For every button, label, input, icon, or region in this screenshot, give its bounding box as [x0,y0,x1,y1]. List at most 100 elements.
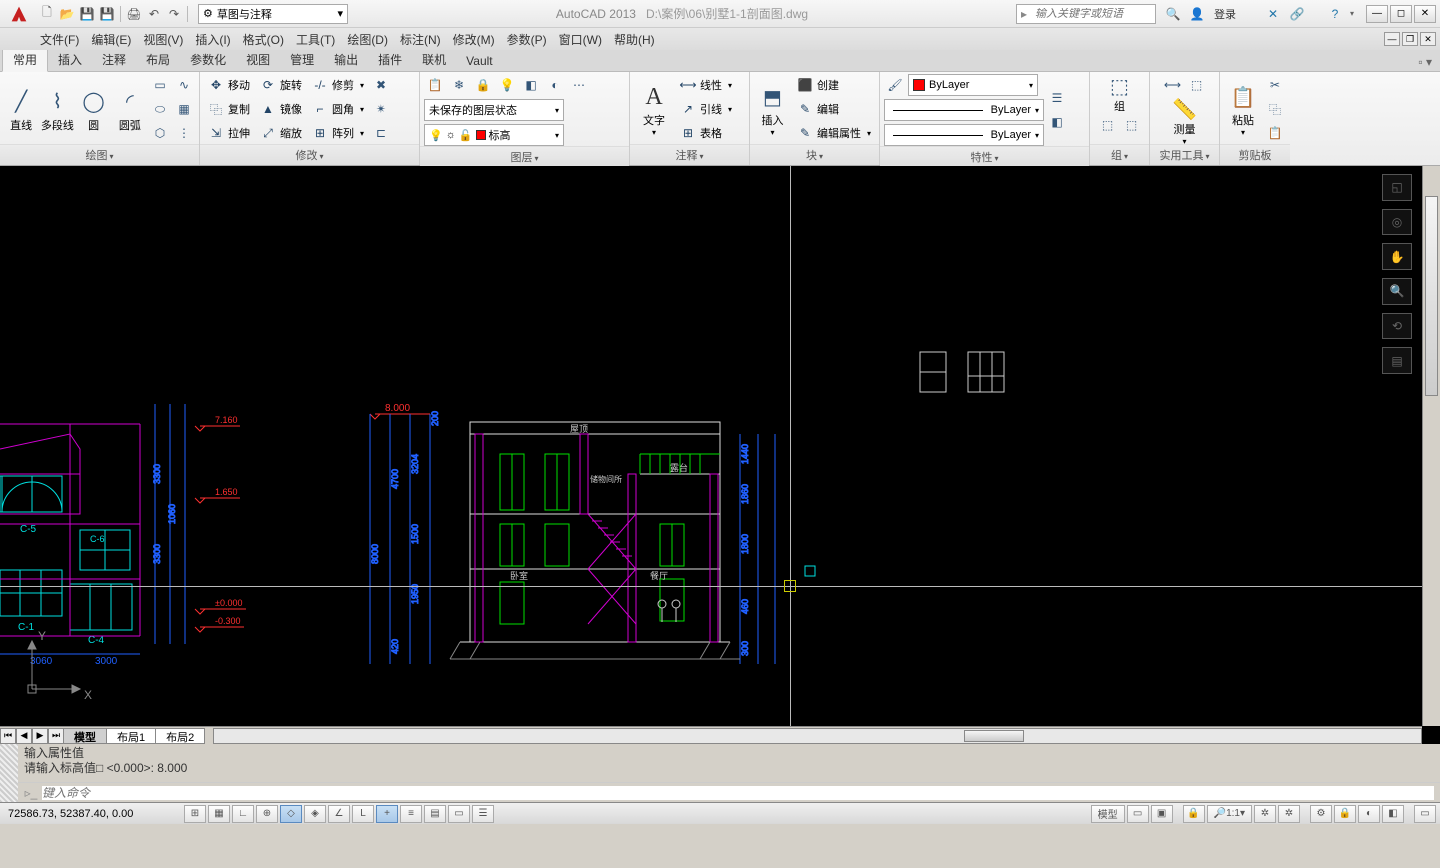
group-button[interactable]: ⬚组 [1095,74,1145,114]
ungroup-icon[interactable]: ⬚ [1097,114,1119,136]
qp-button[interactable]: ▭ [448,805,470,823]
panel-modify-title[interactable]: 修改▾ [200,144,419,165]
doc-close-button[interactable]: ✕ [1420,32,1436,46]
doc-restore-button[interactable]: ❐ [1402,32,1418,46]
layout-tab-2[interactable]: 布局2 [155,728,205,744]
tab-last-icon[interactable]: ⏭ [48,728,64,744]
tab-layout[interactable]: 布局 [136,48,180,71]
toolbar-lock-icon[interactable]: 🔒 [1334,805,1356,823]
sc-button[interactable]: ☰ [472,805,494,823]
layermatch-icon[interactable]: ◐ [544,74,566,96]
orbit-icon[interactable]: ⟲ [1382,313,1412,340]
modelspace-button[interactable]: 模型 [1091,805,1125,823]
leader-button[interactable]: ↗引线▾ [676,98,736,120]
linetype-dropdown[interactable]: ByLayer▾ [884,124,1044,146]
dimlinear-button[interactable]: ⟷线性▾ [676,74,736,96]
tab-manage[interactable]: 管理 [280,48,324,71]
erase-icon[interactable]: ✖ [370,74,392,96]
undo-icon[interactable]: ↶ [145,5,163,23]
layerprops-icon[interactable]: 📋 [424,74,446,96]
vertical-scrollbar[interactable] [1422,166,1440,726]
layout-tab-1[interactable]: 布局1 [106,728,156,744]
annoadd-icon[interactable]: ✲ [1278,805,1300,823]
layout-tab-model[interactable]: 模型 [63,728,107,744]
layeriso-icon[interactable]: ◧ [520,74,542,96]
drawing-viewport[interactable]: C-5 C-6 C-1 C-4 7.160 1.650 ±0.000 -0.30… [0,166,1440,744]
stretch-button[interactable]: ⇲拉伸 [204,122,254,144]
panel-draw-title[interactable]: 绘图▾ [0,144,199,165]
layeroff-icon[interactable]: 💡 [496,74,518,96]
signin-icon[interactable]: 👤 [1188,5,1206,23]
tab-home[interactable]: 常用 [2,47,48,72]
measure-button[interactable]: 📏测量▾ [1160,98,1210,144]
dyn-button[interactable]: + [376,805,398,823]
chevron-down-icon[interactable]: ▾ [1350,9,1354,18]
fillet-button[interactable]: ⌐圆角▾ [308,98,368,120]
blockedit-button[interactable]: ✎编辑 [793,98,875,120]
ellipse-icon[interactable]: ⬭ [149,98,171,120]
command-grip[interactable] [0,744,18,802]
otrack-button[interactable]: ∠ [328,805,350,823]
rotate-button[interactable]: ⟳旋转 [256,74,306,96]
infocenter-search[interactable]: ▸ [1016,4,1156,24]
menu-format[interactable]: 格式(O) [243,31,284,48]
copy-clip-icon[interactable]: ⿻ [1264,98,1286,120]
steering-icon[interactable]: ◎ [1382,209,1412,236]
annoscale-icon[interactable]: 🔒 [1183,805,1205,823]
horizontal-scrollbar[interactable] [213,728,1422,744]
circle-button[interactable]: ◯圆 [77,74,111,144]
polar-button[interactable]: ⊕ [256,805,278,823]
ws-switch-icon[interactable]: ⚙ [1310,805,1332,823]
color-dropdown[interactable]: ByLayer▾ [908,74,1038,96]
tab-next-icon[interactable]: ▶ [32,728,48,744]
tab-annotate[interactable]: 注释 [92,48,136,71]
search-icon[interactable]: 🔍 [1164,5,1182,23]
save-icon[interactable]: 💾 [78,5,96,23]
maximize-button[interactable]: ◻ [1390,5,1412,23]
text-button[interactable]: A文字▾ [634,74,674,144]
cleanscreen-icon[interactable]: ▭ [1414,805,1436,823]
rect-icon[interactable]: ▭ [149,74,171,96]
layerstate-dropdown[interactable]: 未保存的图层状态▾ [424,99,564,121]
explode-icon[interactable]: ✴ [370,98,392,120]
selectall-icon[interactable]: ⬚ [1186,74,1208,96]
exchange-icon[interactable]: ✕ [1264,5,1282,23]
menu-modify[interactable]: 修改(M) [453,31,495,48]
plot-icon[interactable]: 🖨 [125,5,143,23]
menu-edit[interactable]: 编辑(E) [91,31,131,48]
tab-output[interactable]: 输出 [324,48,368,71]
menu-dimension[interactable]: 标注(N) [400,31,441,48]
drawing-canvas[interactable]: C-5 C-6 C-1 C-4 7.160 1.650 ±0.000 -0.30… [0,166,1440,744]
panel-props-title[interactable]: 特性▾ [880,146,1089,167]
menu-tools[interactable]: 工具(T) [296,31,335,48]
ribbon-expand-icon[interactable]: ▫ ▾ [1410,53,1440,71]
pan-icon[interactable]: ✋ [1382,243,1412,270]
scale-display[interactable]: 🔎 1:1 ▾ [1207,805,1252,823]
cut-icon[interactable]: ✂ [1264,74,1286,96]
menu-help[interactable]: 帮助(H) [614,31,655,48]
new-icon[interactable]: 🗋 [38,5,56,23]
snap-button[interactable]: ⊞ [184,805,206,823]
pastespecial-icon[interactable]: 📋 [1264,122,1286,144]
search-input[interactable] [1031,8,1155,20]
redo-icon[interactable]: ↷ [165,5,183,23]
hatch-icon[interactable]: ▦ [173,98,195,120]
offset-icon[interactable]: ⊏ [370,122,392,144]
lineweight-dropdown[interactable]: ByLayer▾ [884,99,1044,121]
layerfreeze-icon[interactable]: ❄ [448,74,470,96]
ortho-button[interactable]: ∟ [232,805,254,823]
scale-button[interactable]: ⤢缩放 [256,122,306,144]
3dosnap-button[interactable]: ◈ [304,805,326,823]
workspace-dropdown[interactable]: ⚙ 草图与注释 ▾ [198,4,348,24]
tab-view[interactable]: 视图 [236,48,280,71]
grid-button[interactable]: ▦ [208,805,230,823]
tab-online[interactable]: 联机 [412,48,456,71]
proppal-icon[interactable]: ◧ [1046,111,1068,133]
tab-vault[interactable]: Vault [456,51,502,71]
blockattr-button[interactable]: ✎编辑属性▾ [793,122,875,144]
panel-block-title[interactable]: 块▾ [750,144,879,165]
array-button[interactable]: ⊞阵列▾ [308,122,368,144]
table-button[interactable]: ⊞表格 [676,122,736,144]
coordinates-display[interactable]: 72586.73, 52387.40, 0.00 [4,808,174,820]
panel-annot-title[interactable]: 注释▾ [630,144,749,165]
